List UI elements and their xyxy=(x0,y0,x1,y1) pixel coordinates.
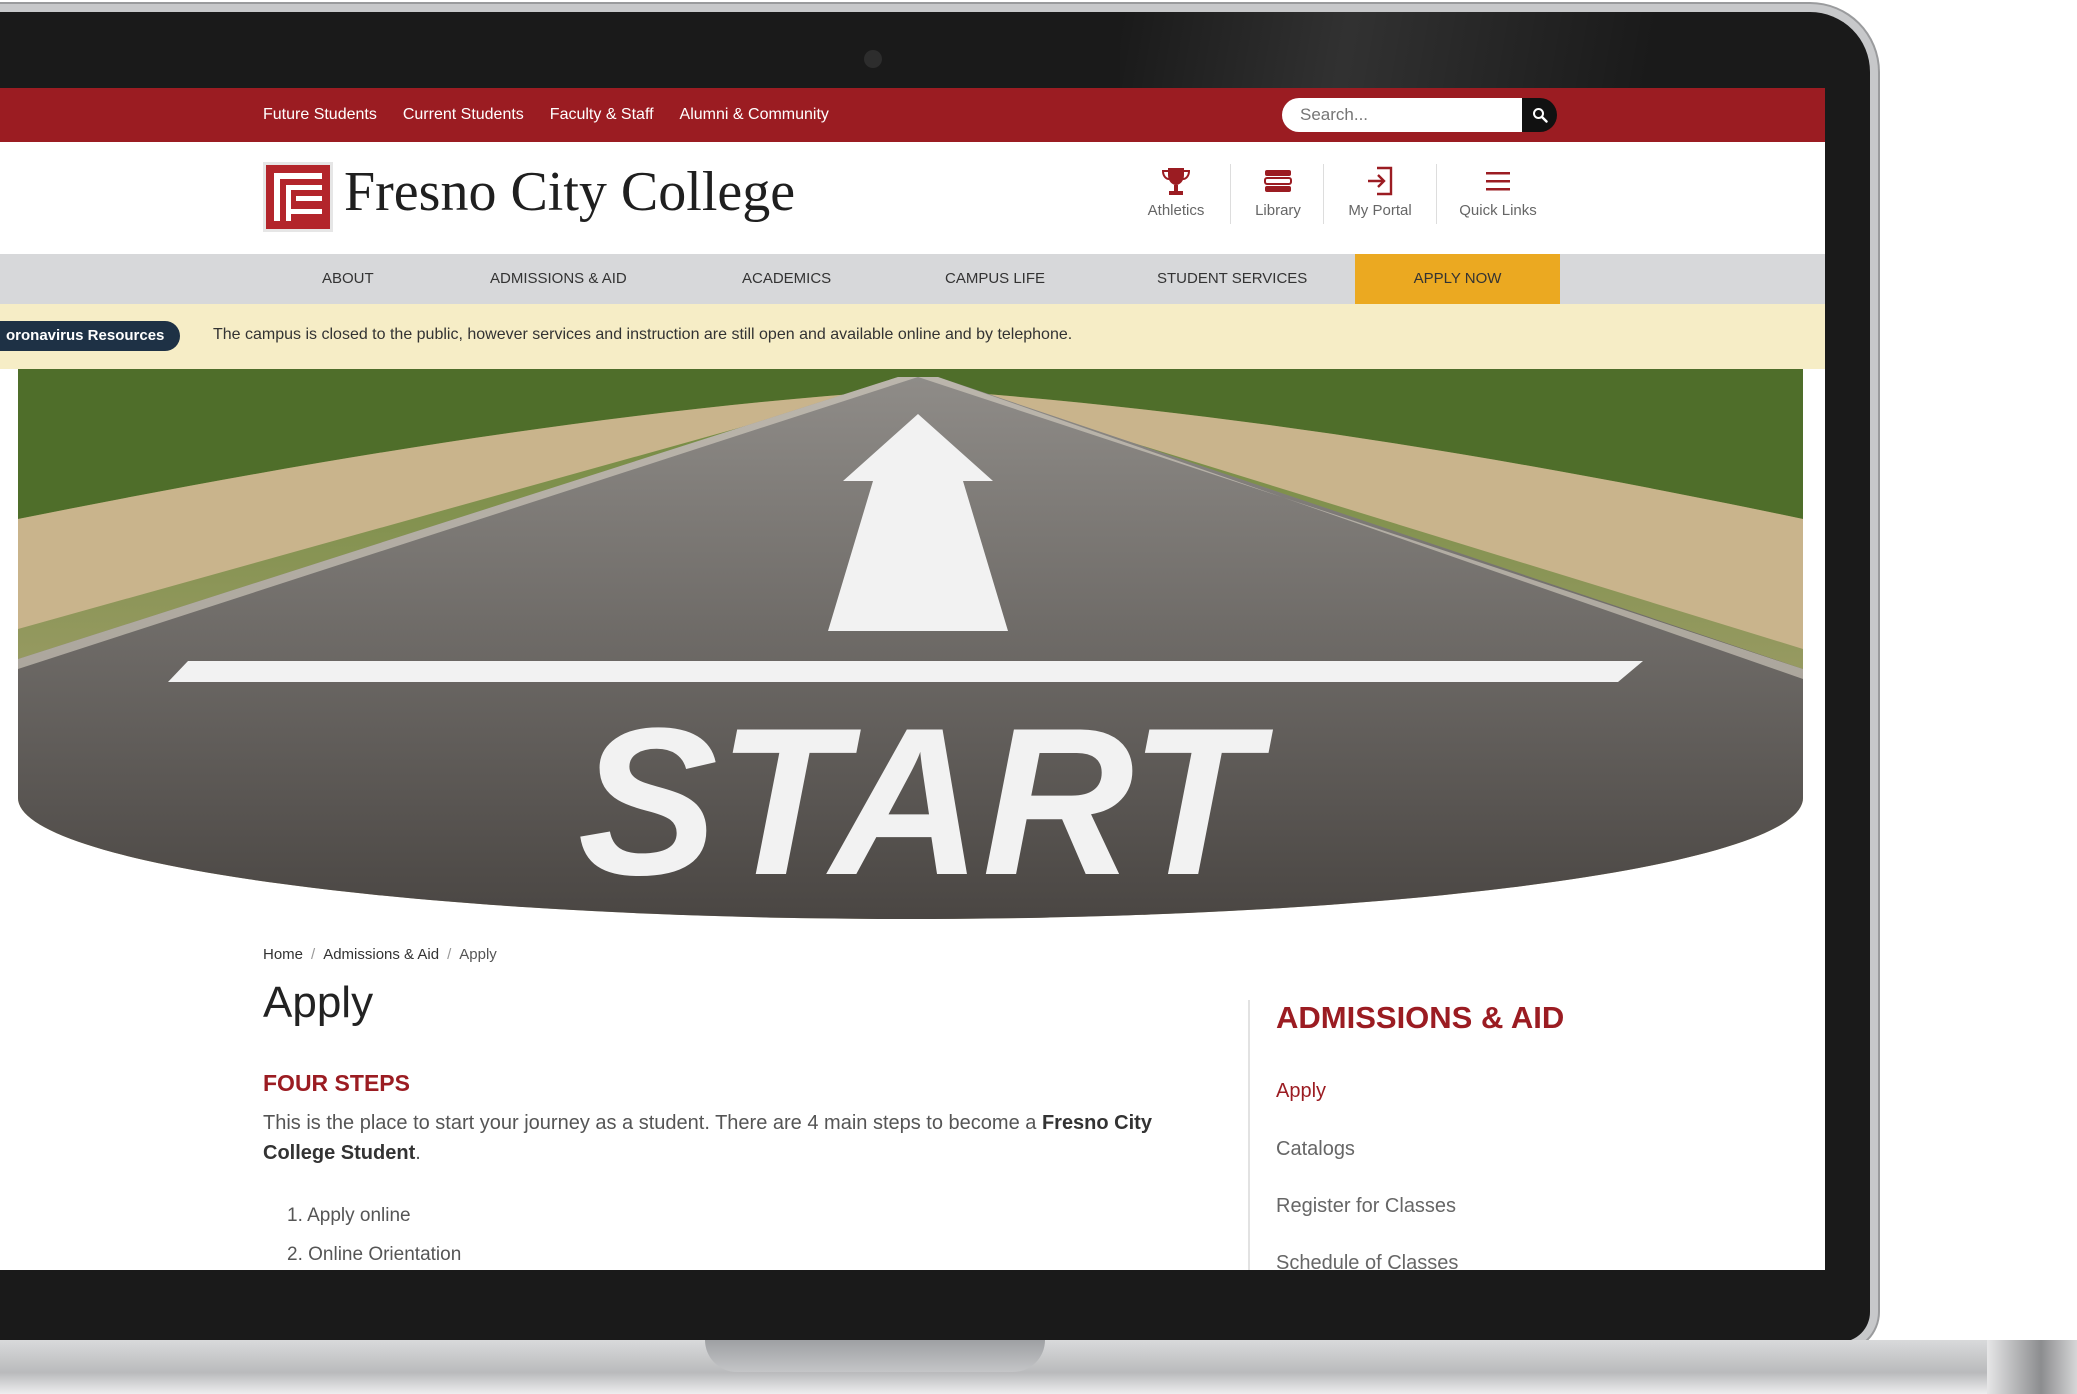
link-future-students[interactable]: Future Students xyxy=(263,106,377,124)
alert-message: The campus is closed to the public, howe… xyxy=(213,326,1073,343)
intro-text: This is the place to start your journey … xyxy=(263,1112,1042,1134)
sidebar-link-apply[interactable]: Apply xyxy=(1276,1080,1326,1103)
nav-student-services[interactable]: STUDENT SERVICES xyxy=(1157,254,1307,304)
divider xyxy=(1436,164,1437,224)
breadcrumb: Home / Admissions & Aid / Apply xyxy=(263,946,497,963)
nav-campus-life[interactable]: CAMPUS LIFE xyxy=(945,254,1045,304)
intro-paragraph: This is the place to start your journey … xyxy=(263,1108,1153,1168)
fcc-logo[interactable] xyxy=(263,162,333,232)
alert-banner: oronavirus Resources The campus is close… xyxy=(0,304,1825,369)
books-icon xyxy=(1264,170,1292,192)
search-box xyxy=(1282,98,1557,132)
nav-about[interactable]: ABOUT xyxy=(322,254,374,304)
divider xyxy=(1230,164,1231,224)
link-alumni-community[interactable]: Alumni & Community xyxy=(680,106,829,124)
intro-period: . xyxy=(415,1142,421,1164)
browser-viewport: Future Students Current Students Faculty… xyxy=(0,88,1825,1270)
sidebar-divider xyxy=(1248,1000,1250,1270)
login-icon xyxy=(1368,166,1393,196)
sidebar-link-register-for-classes[interactable]: Register for Classes xyxy=(1276,1195,1456,1218)
list-item: 1. Apply online xyxy=(287,1205,411,1226)
section-heading: FOUR STEPS xyxy=(263,1070,410,1096)
nav-admissions-aid[interactable]: ADMISSIONS & AID xyxy=(490,254,627,304)
list-item: 2. Online Orientation xyxy=(287,1244,462,1265)
quick-link-athletics[interactable]: Athletics xyxy=(1140,164,1212,219)
link-current-students[interactable]: Current Students xyxy=(403,106,524,124)
quick-link-label: Athletics xyxy=(1147,202,1205,219)
nav-academics[interactable]: ACADEMICS xyxy=(742,254,831,304)
camera-icon xyxy=(864,50,882,68)
quick-link-quick-links[interactable]: Quick Links xyxy=(1454,164,1542,219)
road-start-text: START xyxy=(578,684,1274,919)
quick-link-label: My Portal xyxy=(1348,202,1412,219)
breadcrumb-admissions-aid[interactable]: Admissions & Aid xyxy=(323,946,439,963)
quick-link-my-portal[interactable]: My Portal xyxy=(1340,164,1420,219)
laptop-hinge-edge xyxy=(1987,1340,2077,1394)
fcc-logo-mark-icon xyxy=(274,173,322,221)
screen-glare xyxy=(1120,12,1880,92)
link-faculty-staff[interactable]: Faculty & Staff xyxy=(550,106,654,124)
quick-link-library[interactable]: Library xyxy=(1246,164,1310,219)
quick-link-label: Library xyxy=(1255,202,1301,219)
quick-link-label: Quick Links xyxy=(1459,202,1537,219)
breadcrumb-current: Apply xyxy=(459,946,497,963)
search-button[interactable] xyxy=(1522,98,1557,132)
breadcrumb-home[interactable]: Home xyxy=(263,946,303,963)
divider xyxy=(1323,164,1324,224)
search-icon xyxy=(1532,108,1548,123)
apply-now-button[interactable]: APPLY NOW xyxy=(1355,254,1560,304)
sidebar-link-catalogs[interactable]: Catalogs xyxy=(1276,1138,1355,1161)
coronavirus-resources-button[interactable]: oronavirus Resources xyxy=(0,321,181,351)
steps-list: 1. Apply online 2. Online Orientation xyxy=(287,1196,461,1270)
college-name[interactable]: Fresno City College xyxy=(344,160,795,224)
laptop-opening-notch xyxy=(705,1340,1045,1372)
search-input[interactable] xyxy=(1282,98,1522,132)
hero-image: START xyxy=(18,369,1803,919)
menu-icon xyxy=(1486,172,1510,191)
sidebar-title: ADMISSIONS & AID xyxy=(1276,1000,1565,1035)
sidebar-link-schedule-of-classes[interactable]: Schedule of Classes xyxy=(1276,1252,1458,1270)
audience-nav: Future Students Current Students Faculty… xyxy=(263,88,829,142)
page-title: Apply xyxy=(263,978,374,1027)
trophy-icon xyxy=(1161,168,1191,195)
road-start-illustration: START xyxy=(18,369,1803,919)
utility-bar: Future Students Current Students Faculty… xyxy=(0,88,1825,142)
site-header: Fresno City College Athletics Library My… xyxy=(0,142,1825,254)
